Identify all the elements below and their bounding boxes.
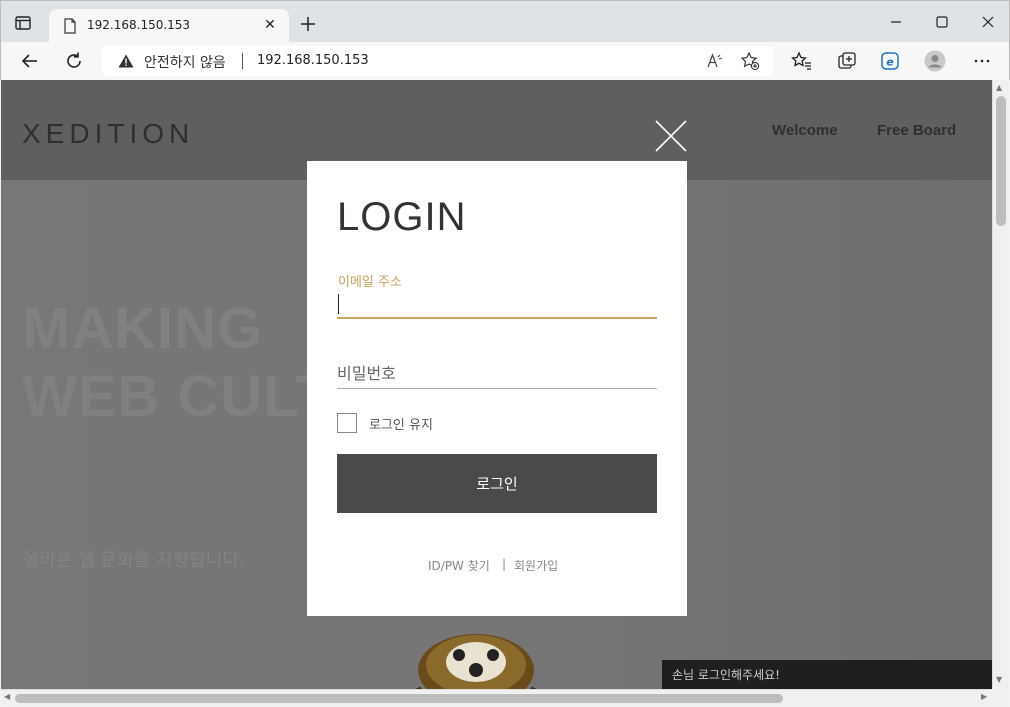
login-modal: LOGIN 이메일 주소 로그인 유지 로그인 ID/PW 찾기 | 회원가입 — [307, 161, 687, 616]
vertical-scroll-thumb[interactable] — [996, 96, 1006, 226]
tab-close-icon[interactable]: ✕ — [261, 16, 279, 34]
ladybug-image — [415, 634, 537, 689]
page-icon — [64, 18, 76, 34]
tab-bar: 192.168.150.153 ✕ — [0, 0, 1010, 43]
guest-status-bar: 손님 로그인해주세요! — [662, 660, 992, 689]
text-caret — [338, 294, 339, 314]
edge-icon[interactable]: e — [879, 50, 901, 72]
nav-free-board[interactable]: Free Board — [877, 122, 956, 139]
page-viewport: XEDITION Welcome Free Board MAKING WEB C… — [1, 80, 992, 689]
hero-subtitle: 올바른 웹 문화를 지향합니다. — [23, 550, 245, 571]
tab-title: 192.168.150.153 — [87, 18, 191, 32]
insecure-label[interactable]: 안전하지 않음 — [144, 52, 226, 72]
email-input[interactable] — [337, 289, 657, 319]
warning-icon — [118, 54, 134, 68]
browser-tab[interactable]: 192.168.150.153 ✕ — [49, 9, 289, 43]
email-label: 이메일 주소 — [338, 275, 402, 290]
minimize-icon[interactable] — [883, 11, 909, 33]
vertical-scrollbar[interactable]: ▲ ▼ — [992, 80, 1009, 689]
login-button[interactable]: 로그인 — [337, 454, 657, 513]
collections-icon[interactable] — [836, 50, 858, 72]
guest-status-text[interactable]: 손님 로그인해주세요! — [672, 666, 780, 683]
link-separator: | — [502, 557, 507, 571]
address-bar[interactable]: 안전하지 않음 192.168.150.153 — [102, 46, 773, 76]
address-separator — [242, 53, 243, 69]
new-tab-icon[interactable] — [297, 13, 319, 35]
login-title: LOGIN — [337, 195, 467, 239]
browser-toolbar: 안전하지 않음 192.168.150.153 e — [0, 42, 1010, 80]
back-arrow-icon[interactable] — [19, 50, 41, 72]
scroll-down-icon[interactable]: ▼ — [996, 675, 1002, 684]
site-logo[interactable]: XEDITION — [22, 118, 194, 150]
horizontal-scroll-thumb[interactable] — [15, 694, 783, 703]
remember-me-label[interactable]: 로그인 유지 — [369, 414, 433, 433]
more-menu-icon[interactable] — [971, 50, 993, 72]
remember-me-checkbox[interactable] — [337, 413, 357, 433]
close-window-icon[interactable] — [975, 11, 1001, 33]
scroll-up-icon[interactable]: ▲ — [996, 83, 1002, 92]
horizontal-scrollbar[interactable]: ◀ ▶ — [1, 689, 992, 706]
profile-avatar-icon[interactable] — [924, 50, 946, 72]
hero-headline-2: WEB CULT — [22, 364, 332, 429]
favorites-icon[interactable] — [791, 50, 813, 72]
scroll-right-icon[interactable]: ▶ — [981, 692, 987, 701]
tab-actions-icon[interactable] — [13, 13, 33, 33]
address-url[interactable]: 192.168.150.153 — [257, 53, 369, 68]
password-input[interactable] — [337, 359, 657, 389]
scrollbar-corner — [992, 689, 1009, 706]
modal-close-icon[interactable] — [655, 120, 687, 152]
find-id-pw-link[interactable]: ID/PW 찾기 — [428, 557, 490, 574]
svg-text:e: e — [886, 56, 894, 69]
maximize-icon[interactable] — [929, 11, 955, 33]
read-aloud-icon[interactable] — [706, 52, 724, 70]
nav-welcome[interactable]: Welcome — [772, 122, 838, 139]
hero-headline-1: MAKING — [22, 296, 264, 361]
refresh-icon[interactable] — [63, 50, 85, 72]
signup-link[interactable]: 회원가입 — [514, 557, 558, 574]
scroll-left-icon[interactable]: ◀ — [4, 692, 10, 701]
add-favorite-icon[interactable] — [740, 51, 760, 71]
